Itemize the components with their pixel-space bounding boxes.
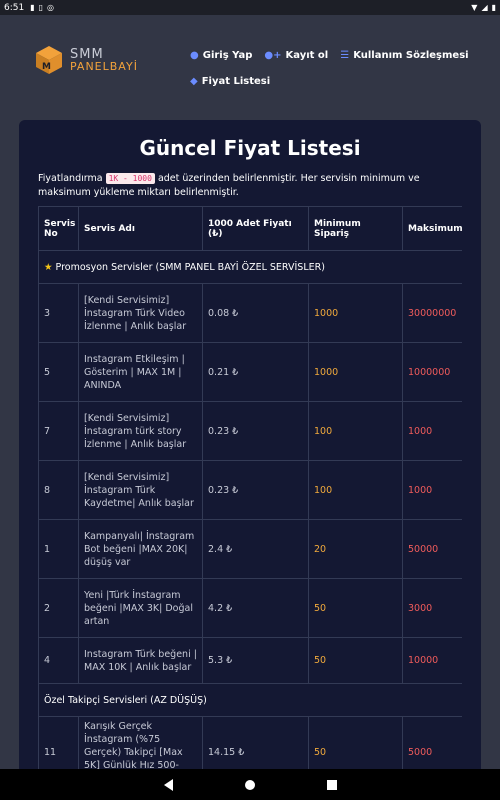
- info-text-before: Fiyatlandırma: [38, 173, 106, 184]
- cell-no: 1: [38, 519, 79, 579]
- wifi-icon: ▼: [471, 3, 478, 12]
- cell-name: [Kendi Servisimiz] İnstagram Türk Video …: [78, 283, 203, 343]
- signal-icon: ◢: [481, 3, 488, 12]
- battery-icon: ▮: [491, 3, 496, 12]
- cell-name: Kampanyalı| İnstagram Bot beğeni |MAX 20…: [78, 519, 203, 579]
- sd-card-icon: ▮: [30, 3, 35, 12]
- star-icon: ★: [44, 261, 53, 273]
- svg-text:M: M: [42, 62, 51, 72]
- cell-price: 0.21 ₺: [202, 342, 309, 402]
- col-header-no: Servis No: [38, 206, 79, 251]
- nav-login[interactable]: ● Giriş Yap: [190, 50, 252, 61]
- logo-text-bottom: PANELBAYİ: [70, 60, 138, 73]
- cell-price: 5.3 ₺: [202, 637, 309, 684]
- col-header-max: Maksimum: [402, 206, 462, 251]
- cell-min: 100: [308, 460, 403, 520]
- user-plus-icon: ●+: [264, 49, 282, 61]
- cell-min: 1000: [308, 283, 403, 343]
- category-row: ★ Promosyon Servisler (SMM PANEL BAYİ ÖZE…: [38, 250, 462, 284]
- system-nav-bar: [0, 769, 500, 800]
- cell-max: 1000000: [402, 342, 462, 402]
- nav-terms-label: Kullanım Sözleşmesi: [353, 49, 469, 61]
- cell-no: 5: [38, 342, 79, 402]
- col-header-min: Minimum Sipariş: [308, 206, 403, 251]
- price-table-scroll[interactable]: Servis No Servis Adı 1000 Adet Fiyatı (₺…: [38, 206, 462, 780]
- cell-price: 0.23 ₺: [202, 460, 309, 520]
- table-row: 3 [Kendi Servisimiz] İnstagram Türk Vide…: [38, 283, 462, 343]
- cell-price: 4.2 ₺: [202, 578, 309, 638]
- site-header: M SMM PANELBAYİ ● Giriş Yap ●+ Kayıt ol …: [0, 15, 500, 120]
- cell-name: [Kendi Servisimiz] İnstagram türk story …: [78, 401, 203, 461]
- cell-max: 30000000: [402, 283, 462, 343]
- nav-register[interactable]: ●+ Kayıt ol: [264, 50, 328, 61]
- table-row: 1 Kampanyalı| İnstagram Bot beğeni |MAX …: [38, 519, 462, 579]
- cell-name: Instagram Türk beğeni | MAX 10K | Anlık …: [78, 637, 203, 684]
- nav-price-list[interactable]: ◆ Fiyat Listesi: [190, 76, 270, 87]
- cell-no: 8: [38, 460, 79, 520]
- logo-mark-icon: M: [34, 45, 64, 75]
- table-row: 8 [Kendi Servisimiz] İnstagram Türk Kayd…: [38, 460, 462, 520]
- tag-icon: ◆: [190, 75, 198, 87]
- col-header-name: Servis Adı: [78, 206, 203, 251]
- site-logo[interactable]: M SMM PANELBAYİ: [34, 40, 174, 80]
- category-row: Özel Takipçi Servisleri (AZ DÜŞÜŞ): [38, 683, 462, 717]
- top-nav: ● Giriş Yap ●+ Kayıt ol ☰ Kullanım Sözle…: [190, 48, 490, 88]
- table-row: 4 Instagram Türk beğeni | MAX 10K | Anlı…: [38, 637, 462, 684]
- table-row: 5 Instagram Etkileşim | Gösterim | MAX 1…: [38, 342, 462, 402]
- nav-register-label: Kayıt ol: [285, 49, 329, 61]
- recent-apps-icon[interactable]: [326, 779, 337, 790]
- cell-name: Instagram Etkileşim | Gösterim | MAX 1M …: [78, 342, 203, 402]
- cell-min: 100: [308, 401, 403, 461]
- price-table: Servis No Servis Adı 1000 Adet Fiyatı (₺…: [38, 206, 462, 780]
- sync-icon: ◎: [47, 3, 55, 12]
- cell-price: 0.23 ₺: [202, 401, 309, 461]
- cell-min: 50: [308, 637, 403, 684]
- pricing-info: Fiyatlandırma 1K - 1000 adet üzerinden b…: [38, 172, 448, 200]
- lock-icon: ▯: [38, 3, 44, 12]
- user-icon: ●: [190, 49, 199, 61]
- cell-price: 0.08 ₺: [202, 283, 309, 343]
- cell-max: 50000: [402, 519, 462, 579]
- cell-no: 4: [38, 637, 79, 684]
- cell-max: 1000: [402, 460, 462, 520]
- cell-no: 7: [38, 401, 79, 461]
- price-list-card: Güncel Fiyat Listesi Fiyatlandırma 1K - …: [19, 120, 481, 780]
- back-icon[interactable]: [163, 778, 173, 791]
- category-title: Promosyon Servisler (SMM PANEL BAYİ ÖZEL…: [55, 261, 325, 273]
- list-icon: ☰: [340, 49, 350, 61]
- home-icon[interactable]: [244, 779, 255, 790]
- cell-min: 1000: [308, 342, 403, 402]
- col-header-price: 1000 Adet Fiyatı (₺): [202, 206, 309, 251]
- cell-no: 3: [38, 283, 79, 343]
- cell-max: 10000: [402, 637, 462, 684]
- nav-terms[interactable]: ☰ Kullanım Sözleşmesi: [340, 50, 468, 61]
- cell-name: [Kendi Servisimiz] İnstagram Türk Kaydet…: [78, 460, 203, 520]
- table-row: 7 [Kendi Servisimiz] İnstagram türk stor…: [38, 401, 462, 461]
- cell-min: 50: [308, 578, 403, 638]
- cell-min: 20: [308, 519, 403, 579]
- table-header-row: Servis No Servis Adı 1000 Adet Fiyatı (₺…: [38, 206, 462, 251]
- cell-no: 2: [38, 578, 79, 638]
- nav-price-list-label: Fiyat Listesi: [201, 75, 271, 87]
- table-row: 2 Yeni |Türk İnstagram beğeni |MAX 3K| D…: [38, 578, 462, 638]
- status-bar: 6:51 ▮ ▯ ◎ ▼ ◢ ▮: [0, 0, 500, 15]
- category-title: Özel Takipçi Servisleri (AZ DÜŞÜŞ): [44, 694, 207, 706]
- cell-price: 2.4 ₺: [202, 519, 309, 579]
- status-time: 6:51: [4, 2, 25, 13]
- cell-max: 3000: [402, 578, 462, 638]
- page-title: Güncel Fiyat Listesi: [139, 136, 361, 160]
- cell-max: 1000: [402, 401, 462, 461]
- nav-login-label: Giriş Yap: [202, 49, 253, 61]
- info-code: 1K - 1000: [105, 173, 155, 184]
- cell-name: Yeni |Türk İnstagram beğeni |MAX 3K| Doğ…: [78, 578, 203, 638]
